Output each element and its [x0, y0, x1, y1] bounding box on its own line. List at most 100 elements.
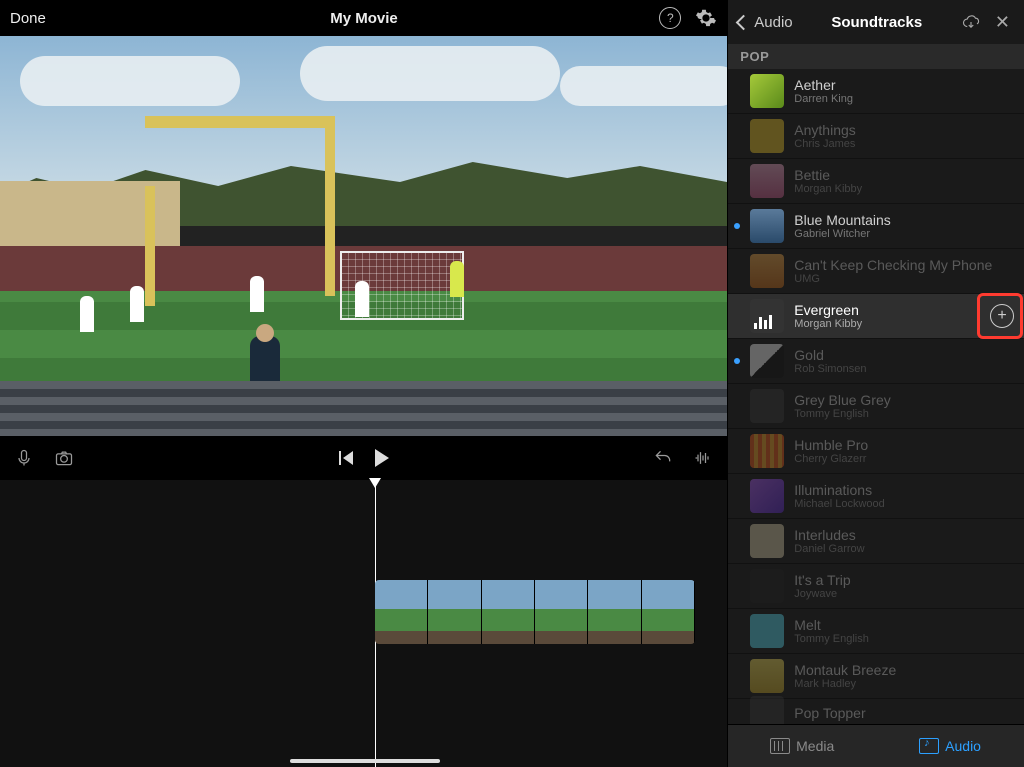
track-info: Grey Blue GreyTommy English: [794, 392, 1014, 421]
track-row[interactable]: Humble ProCherry Glazerr: [728, 429, 1024, 474]
play-icon[interactable]: [375, 449, 389, 467]
track-row[interactable]: AnythingsChris James: [728, 114, 1024, 159]
album-art: [750, 254, 784, 288]
tab-media[interactable]: Media: [728, 725, 876, 767]
track-title: It's a Trip: [794, 572, 1014, 588]
album-art: [750, 344, 784, 378]
audio-panel: Audio Soundtracks ✕ POP AetherDarren Kin…: [727, 0, 1024, 767]
track-artist: Joywave: [794, 588, 1014, 601]
track-row[interactable]: InterludesDaniel Garrow: [728, 519, 1024, 564]
tab-audio[interactable]: Audio: [876, 725, 1024, 767]
track-row[interactable]: GoldRob Simonsen: [728, 339, 1024, 384]
album-art: [750, 389, 784, 423]
track-title: Can't Keep Checking My Phone: [794, 257, 1014, 273]
album-art: [750, 74, 784, 108]
track-title: Anythings: [794, 122, 1014, 138]
in-use-dot: [734, 358, 740, 364]
track-title: Melt: [794, 617, 1014, 633]
editor-pane: Done My Movie ?: [0, 0, 727, 767]
now-playing-icon: [754, 315, 772, 329]
track-info: AnythingsChris James: [794, 122, 1014, 151]
track-list[interactable]: AetherDarren King AnythingsChris James Bet…: [728, 69, 1024, 724]
track-artist: Tommy English: [794, 408, 1014, 421]
undo-icon[interactable]: [653, 448, 673, 468]
track-info: It's a TripJoywave: [794, 572, 1014, 601]
skip-back-icon[interactable]: [339, 451, 355, 465]
track-artist: UMG: [794, 273, 1014, 286]
track-info: Humble ProCherry Glazerr: [794, 437, 1014, 466]
track-artist: Morgan Kibby: [794, 318, 980, 331]
album-art: [750, 119, 784, 153]
media-icon: [770, 738, 790, 754]
track-info: Can't Keep Checking My PhoneUMG: [794, 257, 1014, 286]
track-artist: Mark Hadley: [794, 678, 1014, 691]
track-row[interactable]: MeltTommy English: [728, 609, 1024, 654]
track-info: EvergreenMorgan Kibby: [794, 302, 980, 331]
timeline-clip[interactable]: [375, 580, 695, 644]
back-button[interactable]: Audio: [738, 14, 792, 31]
track-row[interactable]: Blue MountainsGabriel Witcher: [728, 204, 1024, 249]
help-icon[interactable]: ?: [659, 7, 681, 29]
add-track-button[interactable]: +: [990, 304, 1014, 328]
track-row[interactable]: BettieMorgan Kibby: [728, 159, 1024, 204]
track-artist: Cherry Glazerr: [794, 453, 1014, 466]
track-row[interactable]: AetherDarren King: [728, 69, 1024, 114]
track-row[interactable]: It's a TripJoywave: [728, 564, 1024, 609]
track-title: Interludes: [794, 527, 1014, 543]
track-row[interactable]: EvergreenMorgan Kibby +: [728, 294, 1024, 339]
album-art: [750, 524, 784, 558]
transport-toolbar: [0, 436, 727, 480]
track-title: Humble Pro: [794, 437, 1014, 453]
track-title: Evergreen: [794, 302, 980, 318]
album-art: [750, 164, 784, 198]
track-artist: Chris James: [794, 138, 1014, 151]
done-button[interactable]: Done: [10, 10, 46, 27]
track-info: BettieMorgan Kibby: [794, 167, 1014, 196]
video-preview[interactable]: [0, 36, 727, 436]
in-use-dot: [734, 223, 740, 229]
track-row[interactable]: Pop Topper: [728, 699, 1024, 724]
panel-title: Soundtracks: [803, 14, 951, 31]
track-info: GoldRob Simonsen: [794, 347, 1014, 376]
settings-icon[interactable]: [695, 7, 717, 29]
track-artist: Morgan Kibby: [794, 183, 1014, 196]
section-header: POP: [728, 44, 1024, 69]
track-title: Bettie: [794, 167, 1014, 183]
track-title: Grey Blue Grey: [794, 392, 1014, 408]
album-art: [750, 479, 784, 513]
album-art: [750, 696, 784, 724]
timeline[interactable]: [0, 480, 727, 767]
waveform-icon[interactable]: [693, 448, 713, 468]
chevron-left-icon: [736, 14, 752, 30]
track-artist: Rob Simonsen: [794, 363, 1014, 376]
track-info: Blue MountainsGabriel Witcher: [794, 212, 1014, 241]
album-art: [750, 614, 784, 648]
album-art: [750, 299, 784, 333]
track-row[interactable]: Can't Keep Checking My PhoneUMG: [728, 249, 1024, 294]
mic-icon[interactable]: [14, 448, 34, 468]
track-artist: Gabriel Witcher: [794, 228, 1014, 241]
track-info: MeltTommy English: [794, 617, 1014, 646]
track-info: AetherDarren King: [794, 77, 1014, 106]
track-artist: Tommy English: [794, 633, 1014, 646]
track-row[interactable]: Grey Blue GreyTommy English: [728, 384, 1024, 429]
track-title: Pop Topper: [794, 705, 1014, 721]
track-artist: Darren King: [794, 93, 1014, 106]
track-info: Montauk BreezeMark Hadley: [794, 662, 1014, 691]
audio-panel-header: Audio Soundtracks ✕: [728, 0, 1024, 44]
track-row[interactable]: Montauk BreezeMark Hadley: [728, 654, 1024, 699]
album-art: [750, 434, 784, 468]
cloud-download-icon[interactable]: [961, 13, 981, 31]
bottom-tabs: Media Audio: [728, 724, 1024, 767]
track-row[interactable]: IlluminationsMichael Lockwood: [728, 474, 1024, 519]
track-info: InterludesDaniel Garrow: [794, 527, 1014, 556]
track-title: Illuminations: [794, 482, 1014, 498]
home-indicator: [290, 759, 440, 763]
track-artist: Daniel Garrow: [794, 543, 1014, 556]
album-art: [750, 209, 784, 243]
camera-icon[interactable]: [54, 448, 74, 468]
close-icon[interactable]: ✕: [991, 12, 1014, 33]
audio-icon: [919, 738, 939, 754]
editor-topbar: Done My Movie ?: [0, 0, 727, 36]
project-title: My Movie: [0, 10, 728, 27]
